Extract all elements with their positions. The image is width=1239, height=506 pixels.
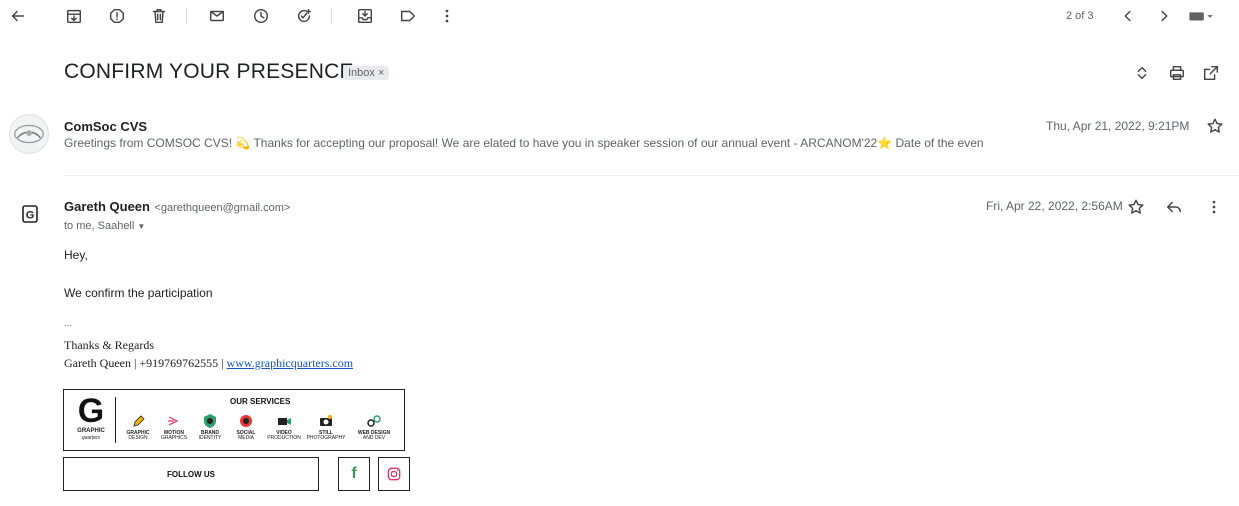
- social-bubble-icon: [238, 413, 254, 429]
- service-graphic-design: GRAPHIC DESIGN: [122, 413, 154, 441]
- gears-icon: [366, 413, 382, 429]
- brand-logo-caption-sub: quarters: [81, 435, 101, 441]
- brand-logo-caption: GRAPHIC: [77, 428, 105, 434]
- star-emoji-icon: ⭐: [877, 136, 893, 150]
- avatar-letter: G: [26, 210, 35, 222]
- signature-contact: Gareth Queen | +919769762555 | www.graph…: [64, 356, 353, 371]
- open-new-window-icon[interactable]: [1200, 62, 1222, 84]
- snippet-part-b: Thanks for accepting our proposal! We ar…: [253, 136, 878, 150]
- pagination-count: 2 of 3: [1066, 10, 1094, 22]
- older-chevron-right-icon[interactable]: [1153, 5, 1175, 27]
- message1-date: Thu, Apr 21, 2022, 9:21PM: [1046, 119, 1190, 133]
- brand-logo: G GRAPHIC quarters: [71, 394, 111, 446]
- recipients-toggle[interactable]: to me, Saahell ▼: [64, 220, 145, 232]
- service-social-media: SOCIAL MEDIA: [230, 413, 262, 441]
- archive-icon[interactable]: [63, 5, 85, 27]
- video-camera-icon: [276, 413, 292, 429]
- service-video-production: VIDEO PRODUCTION: [266, 413, 302, 441]
- message2-date: Fri, Apr 22, 2022, 2:56AM: [986, 199, 1123, 213]
- back-arrow-icon[interactable]: [7, 5, 29, 27]
- label-tag-icon[interactable]: [397, 5, 419, 27]
- message2-sender[interactable]: Gareth Queen: [64, 199, 150, 214]
- snippet-part-a: Greetings from COMSOC CVS!: [64, 136, 233, 150]
- logo-divider: [115, 397, 116, 443]
- signature-name-phone: Gareth Queen | +919769762555 |: [64, 356, 224, 370]
- sparkle-emoji-icon: 💫: [235, 136, 251, 150]
- brand-logo-letter: G: [77, 392, 105, 430]
- body-text: We confirm the participation: [64, 286, 213, 300]
- message-divider: [64, 175, 1239, 176]
- snooze-clock-icon[interactable]: [250, 5, 272, 27]
- services-card: G GRAPHIC quarters OUR SERVICES GRAPHIC …: [63, 389, 405, 451]
- facebook-button[interactable]: f: [338, 457, 370, 491]
- delete-icon[interactable]: [148, 5, 170, 27]
- message2-sender-line: Gareth Queen <garethqueen@gmail.com>: [64, 198, 290, 216]
- instagram-icon: [387, 467, 401, 481]
- body-greeting: Hey,: [64, 248, 88, 262]
- message2-recipients: to me, Saahell: [64, 220, 135, 232]
- mark-unread-icon[interactable]: [206, 5, 228, 27]
- add-to-tasks-icon[interactable]: [293, 5, 315, 27]
- service-motion-graphics: MOTION GRAPHICS: [158, 413, 190, 441]
- newer-chevron-left-icon[interactable]: [1117, 5, 1139, 27]
- shield-badge-icon: [202, 413, 218, 429]
- more-vertical-icon[interactable]: [436, 5, 458, 27]
- service-label-sub: PRODUCTION: [267, 435, 301, 441]
- service-web-design: WEB DESIGN AND DEV: [352, 413, 396, 441]
- snippet-part-c: Date of the even: [895, 136, 984, 150]
- service-label-sub: MEDIA: [238, 435, 254, 441]
- follow-us-label: FOLLOW US: [167, 469, 215, 479]
- follow-us-box: FOLLOW US: [63, 457, 319, 491]
- service-still-photography: STILL PHOTOGRAPHY: [306, 413, 346, 441]
- message1-star-icon[interactable]: [1204, 115, 1226, 137]
- toolbar-separator: [331, 8, 332, 24]
- play-arrows-icon: [166, 413, 182, 429]
- service-label-sub: PHOTOGRAPHY: [306, 435, 346, 441]
- service-label-sub: GRAPHICS: [160, 435, 188, 441]
- services-title: OUR SERVICES: [230, 397, 291, 406]
- signature-website-link[interactable]: www.graphicquarters.com: [227, 356, 354, 370]
- inbox-label-chip[interactable]: Inbox ×: [343, 66, 390, 80]
- gareth-avatar[interactable]: G: [15, 199, 45, 229]
- print-icon[interactable]: [1166, 62, 1188, 84]
- report-spam-icon[interactable]: [106, 5, 128, 27]
- photo-camera-icon: [318, 413, 334, 429]
- body-ellipsis: ...: [64, 318, 73, 329]
- pencil-icon: [130, 413, 146, 429]
- instagram-button[interactable]: [378, 457, 410, 491]
- signature-thanks: Thanks & Regards: [64, 338, 154, 352]
- email-subject: CONFIRM YOUR PRESENCE: [64, 60, 354, 83]
- toolbar-separator: [186, 8, 187, 24]
- reply-icon[interactable]: [1163, 196, 1185, 218]
- message1-snippet[interactable]: Greetings from COMSOC CVS! 💫 Thanks for …: [64, 136, 984, 150]
- service-label-sub: IDENTITY: [198, 435, 222, 441]
- facebook-icon: f: [351, 465, 357, 482]
- comsoc-avatar[interactable]: [9, 114, 49, 154]
- service-label-sub: AND DEV: [362, 435, 386, 441]
- service-label-sub: DESIGN: [128, 435, 148, 441]
- message1-sender[interactable]: ComSoc CVS: [64, 119, 147, 134]
- message2-star-icon[interactable]: [1125, 196, 1147, 218]
- message-more-vertical-icon[interactable]: [1203, 196, 1225, 218]
- message2-sender-email: <garethqueen@gmail.com>: [154, 202, 291, 214]
- move-to-icon[interactable]: [354, 5, 376, 27]
- expand-all-icon[interactable]: [1131, 62, 1153, 84]
- service-brand-identity: BRAND IDENTITY: [194, 413, 226, 441]
- input-tools-keyboard-icon[interactable]: [1187, 5, 1217, 27]
- recipients-caret-icon: ▼: [137, 222, 146, 231]
